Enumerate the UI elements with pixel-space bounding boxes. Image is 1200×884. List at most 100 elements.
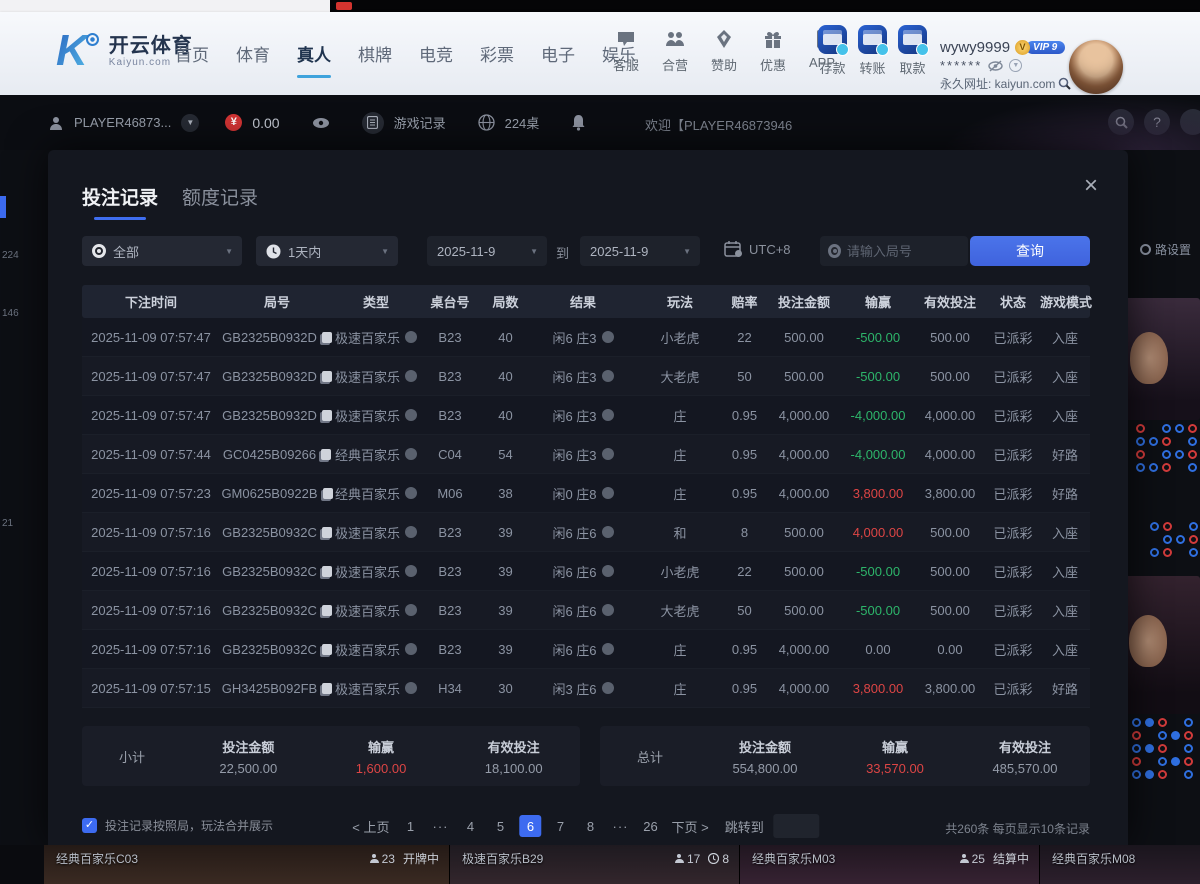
nav-item-2[interactable]: 真人 [297, 35, 331, 72]
avatar[interactable] [1069, 40, 1123, 94]
info-icon[interactable] [602, 682, 614, 694]
copy-icon[interactable] [322, 371, 332, 382]
copy-icon[interactable] [322, 683, 332, 694]
time-range-select[interactable]: 1天内 ▼ [256, 236, 398, 266]
table-row[interactable]: 2025-11-09 07:57:16 GB2325B0932C 极速百家乐 B… [82, 591, 1090, 630]
category-select[interactable]: 全部 ▼ [82, 236, 242, 266]
info-icon[interactable] [602, 331, 614, 343]
table-row[interactable]: 2025-11-09 07:57:16 GB2325B0932C 极速百家乐 B… [82, 552, 1090, 591]
info-icon[interactable] [602, 370, 614, 382]
prev-page-button[interactable]: < 上页 [352, 817, 389, 836]
nav-item-4[interactable]: 电竞 [419, 35, 453, 72]
info-icon[interactable] [602, 604, 614, 616]
info-icon[interactable] [405, 604, 417, 616]
page-6[interactable]: 6 [519, 815, 541, 837]
modal-footer: ✓ 投注记录按照局，玩法合并展示 < 上页 1···45678···26 下页 … [82, 814, 1090, 840]
search-button[interactable]: 查询 [970, 236, 1090, 266]
copy-icon[interactable] [321, 449, 331, 460]
tab-1[interactable]: 额度记录 [182, 183, 258, 220]
magnifier-icon[interactable] [1058, 77, 1071, 90]
tables-globe-icon [478, 114, 495, 131]
page-7[interactable]: 7 [549, 815, 571, 837]
date-from-select[interactable]: 2025-11-9 ▼ [427, 236, 547, 266]
gear-icon [1140, 244, 1151, 255]
table-row[interactable]: 2025-11-09 07:57:47 GB2325B0932D 极速百家乐 B… [82, 396, 1090, 435]
info-icon[interactable] [602, 487, 614, 499]
info-icon[interactable] [405, 643, 417, 655]
quick-link-partner[interactable]: 合营 [655, 28, 695, 74]
chevron-down-icon[interactable]: ▼ [1009, 59, 1022, 72]
timezone-display[interactable]: UTC+8 [724, 240, 791, 258]
copy-icon[interactable] [322, 527, 332, 538]
copy-icon[interactable] [322, 605, 332, 616]
tables-count[interactable]: 224桌 [505, 113, 540, 132]
table-row[interactable]: 2025-11-09 07:57:16 GB2325B0932C 极速百家乐 B… [82, 513, 1090, 552]
info-icon[interactable] [602, 526, 614, 538]
road-settings-label[interactable]: 路设置 [1140, 241, 1191, 258]
nav-item-3[interactable]: 棋牌 [358, 35, 392, 72]
live-table-tile[interactable]: 经典百家乐M08 [1040, 845, 1200, 884]
info-icon[interactable] [602, 409, 614, 421]
table-row[interactable]: 2025-11-09 07:57:47 GB2325B0932D 极速百家乐 B… [82, 318, 1090, 357]
copy-icon[interactable] [323, 488, 333, 499]
info-icon[interactable] [405, 409, 417, 421]
eye-icon[interactable] [312, 117, 330, 129]
round-id-input[interactable] [847, 244, 960, 259]
info-icon[interactable] [405, 331, 417, 343]
table-row[interactable]: 2025-11-09 07:57:44 GC0425B09266 经典百家乐 C… [82, 435, 1090, 474]
info-icon[interactable] [602, 448, 614, 460]
site-logo[interactable]: K 开云体育 Kaiyun.com [56, 28, 193, 74]
game-record-label[interactable]: 游戏记录 [394, 113, 446, 132]
jump-to-input[interactable] [774, 814, 820, 838]
page-1[interactable]: 1 [399, 815, 421, 837]
live-table-tile[interactable]: 极速百家乐B29 17 8 [450, 845, 740, 884]
withdraw-button[interactable]: 取款 [893, 25, 932, 77]
page-26[interactable]: 26 [639, 815, 661, 837]
page-4[interactable]: 4 [459, 815, 481, 837]
next-page-button[interactable]: 下页 > [671, 817, 708, 836]
roadmap-ring [1184, 718, 1193, 727]
player-id[interactable]: PLAYER46873... [74, 115, 171, 130]
info-icon[interactable] [405, 565, 417, 577]
copy-icon[interactable] [322, 332, 332, 343]
search-circle-icon[interactable] [1108, 109, 1134, 135]
table-row[interactable]: 2025-11-09 07:57:15 GH3425B092FB 极速百家乐 H… [82, 669, 1090, 708]
quick-link-support[interactable]: 客服 [606, 28, 646, 74]
info-icon[interactable] [405, 370, 417, 382]
deposit-button[interactable]: 存款 [813, 25, 852, 77]
info-icon[interactable] [405, 448, 417, 460]
nav-item-6[interactable]: 电子 [541, 35, 575, 72]
live-table-tile[interactable]: 经典百家乐M03 25 结算中 [740, 845, 1040, 884]
page-5[interactable]: 5 [489, 815, 511, 837]
username[interactable]: wywy9999 [940, 39, 1010, 56]
table-row[interactable]: 2025-11-09 07:57:47 GB2325B0932D 极速百家乐 B… [82, 357, 1090, 396]
edge-circle-icon[interactable] [1180, 109, 1200, 135]
close-icon[interactable]: × [1084, 174, 1098, 198]
copy-icon[interactable] [322, 410, 332, 421]
copy-icon[interactable] [322, 566, 332, 577]
info-icon[interactable] [602, 643, 614, 655]
transfer-button[interactable]: 转账 [853, 25, 892, 77]
nav-item-5[interactable]: 彩票 [480, 35, 514, 72]
merge-checkbox[interactable]: ✓ [82, 818, 97, 833]
table-row[interactable]: 2025-11-09 07:57:16 GB2325B0932C 极速百家乐 B… [82, 630, 1090, 669]
quick-link-sponsor[interactable]: 赞助 [704, 28, 744, 74]
table-row[interactable]: 2025-11-09 07:57:23 GM0625B0922B 经典百家乐 M… [82, 474, 1090, 513]
nav-item-1[interactable]: 体育 [236, 35, 270, 72]
date-to-select[interactable]: 2025-11-9 ▼ [580, 236, 700, 266]
eye-off-icon[interactable] [988, 60, 1003, 72]
help-circle-icon[interactable]: ? [1144, 109, 1170, 135]
game-record-icon[interactable] [362, 112, 384, 134]
info-icon[interactable] [405, 682, 417, 694]
quick-link-promo[interactable]: 优惠 [753, 28, 793, 74]
tab-0[interactable]: 投注记录 [82, 183, 158, 220]
bell-icon[interactable] [571, 114, 586, 131]
info-icon[interactable] [602, 565, 614, 577]
page-8[interactable]: 8 [579, 815, 601, 837]
info-icon[interactable] [405, 526, 417, 538]
nav-item-0[interactable]: 首页 [175, 35, 209, 72]
live-table-tile[interactable]: 经典百家乐C03 23 开牌中 [44, 845, 450, 884]
info-icon[interactable] [405, 487, 417, 499]
player-dropdown-chevron-icon[interactable]: ▼ [181, 114, 199, 132]
copy-icon[interactable] [322, 644, 332, 655]
